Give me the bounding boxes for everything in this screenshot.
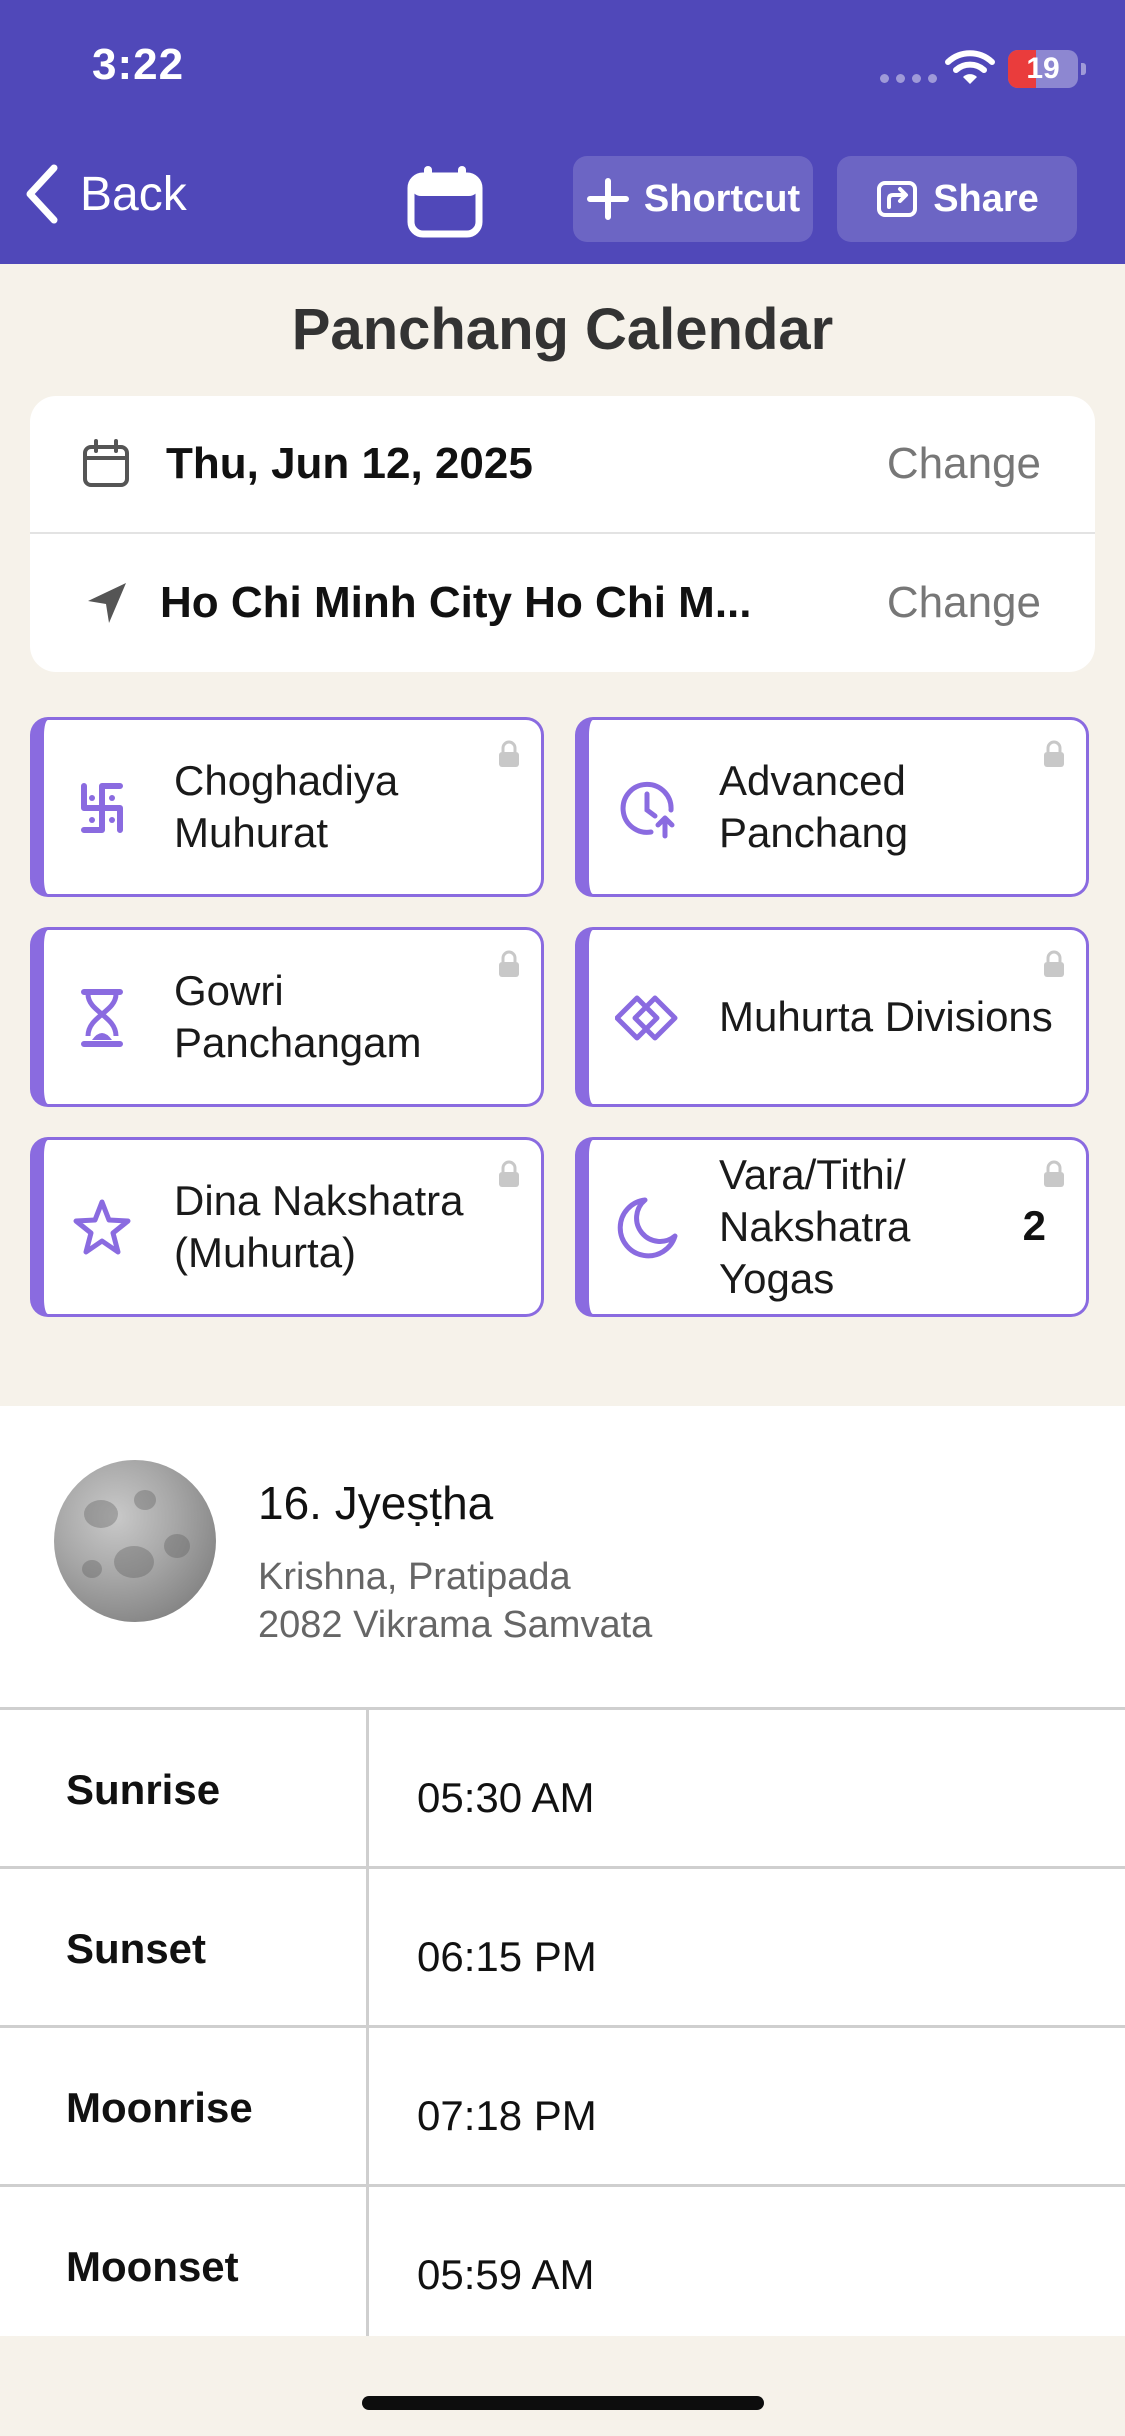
tile-muhurta-divisions[interactable]: Muhurta Divisions [575, 927, 1089, 1107]
row-label: Sunrise [66, 1766, 221, 1813]
wifi-icon [945, 50, 995, 84]
cellular-signal-icon [880, 74, 937, 83]
shortcut-label: Shortcut [643, 177, 801, 220]
page-title: Panchang Calendar [291, 297, 834, 362]
tile-advanced-panchang[interactable]: Advanced Panchang [575, 717, 1089, 897]
tile-choghadiya-muhurat[interactable]: Choghadiya Muhurat [30, 717, 544, 897]
plus-icon [586, 178, 629, 220]
table-row: Moonrise 07:18 PM [0, 2028, 1125, 2187]
date-value: Thu, Jun 12, 2025 [166, 439, 533, 488]
shortcut-button[interactable]: Shortcut [573, 156, 813, 242]
moon-phase-image [54, 1460, 216, 1622]
home-indicator[interactable] [362, 2396, 764, 2410]
tile-label: Gowri Panchangam [174, 967, 422, 1066]
location-arrow-icon [88, 583, 126, 623]
table-row: Moonset 05:59 AM [0, 2187, 1125, 2346]
star-icon [73, 1199, 131, 1255]
lock-icon [1044, 1160, 1064, 1187]
share-button[interactable]: Share [837, 156, 1077, 242]
table-row: Sunrise 05:30 AM [0, 1710, 1125, 1869]
samvat-year: 2082 Vikrama Samvata [258, 1604, 653, 1646]
battery-level: 19 [1026, 52, 1060, 85]
hourglass-icon [81, 989, 123, 1047]
row-label: Sunset [66, 1925, 207, 1972]
share-label: Share [933, 177, 1039, 220]
location-row: Ho Chi Minh City Ho Chi M... Change [30, 534, 1095, 672]
tile-dina-nakshatra[interactable]: Dina Nakshatra (Muhurta) [30, 1137, 544, 1317]
moon-crescent-icon [617, 1197, 678, 1259]
battery-icon: 19 [1008, 50, 1086, 88]
table-row: Sunset 06:15 PM [0, 1869, 1125, 2028]
tile-label: Advanced Panchang [719, 757, 909, 856]
swastika-icon [81, 783, 123, 833]
diamonds-icon [615, 995, 678, 1041]
paksha-tithi: Krishna, Pratipada [258, 1556, 571, 1598]
back-button[interactable]: Back [22, 162, 187, 226]
tile-gowri-panchangam[interactable]: Gowri Panchangam [30, 927, 544, 1107]
status-time: 3:22 [92, 40, 185, 89]
clock-arrow-icon [620, 781, 675, 839]
lock-icon [499, 740, 519, 767]
row-value: 05:59 AM [417, 2251, 595, 2298]
column-divider [366, 1710, 369, 2336]
row-label: Moonset [66, 2243, 239, 2290]
location-value: Ho Chi Minh City Ho Chi M... [160, 578, 752, 627]
lock-icon [499, 950, 519, 977]
tile-vara-tithi-nakshatra-yogas[interactable]: Vara/Tithi/ Nakshatra Yogas 2 [575, 1137, 1089, 1317]
lock-icon [499, 1160, 519, 1187]
change-location-button[interactable]: Change [887, 578, 1041, 628]
row-value: 06:15 PM [417, 1933, 597, 1980]
nakshatra-name: 16. Jyeṣṭha [258, 1477, 494, 1529]
yoga-count-badge: 2 [1022, 1202, 1046, 1249]
timings-table: Sunrise 05:30 AM Sunset 06:15 PM Moonris… [0, 1710, 1125, 2336]
date-location-card: Thu, Jun 12, 2025 Change Ho Chi Minh Cit… [30, 396, 1095, 672]
calendar-icon [83, 439, 129, 487]
back-label: Back [80, 167, 187, 221]
panchang-summary: 16. Jyeṣṭha Krishna, Pratipada 2082 Vikr… [0, 1406, 1125, 1710]
lock-icon [1044, 740, 1064, 767]
chevron-left-icon [26, 164, 58, 224]
row-label: Moonrise [66, 2084, 253, 2131]
lock-icon [1044, 950, 1064, 977]
row-value: 05:30 AM [417, 1774, 595, 1821]
date-row: Thu, Jun 12, 2025 Change [30, 396, 1095, 534]
tile-label: Dina Nakshatra (Muhurta) [174, 1177, 464, 1276]
tile-label: Vara/Tithi/ Nakshatra Yogas [719, 1151, 911, 1302]
header-bar: 3:22 19 Back Shortcut Share [0, 0, 1125, 264]
tile-label: Choghadiya Muhurat [174, 757, 399, 856]
calendar-button[interactable] [406, 164, 484, 238]
share-icon [877, 181, 918, 217]
change-date-button[interactable]: Change [887, 439, 1041, 489]
tile-label: Muhurta Divisions [719, 993, 1053, 1040]
row-value: 07:18 PM [417, 2092, 597, 2139]
